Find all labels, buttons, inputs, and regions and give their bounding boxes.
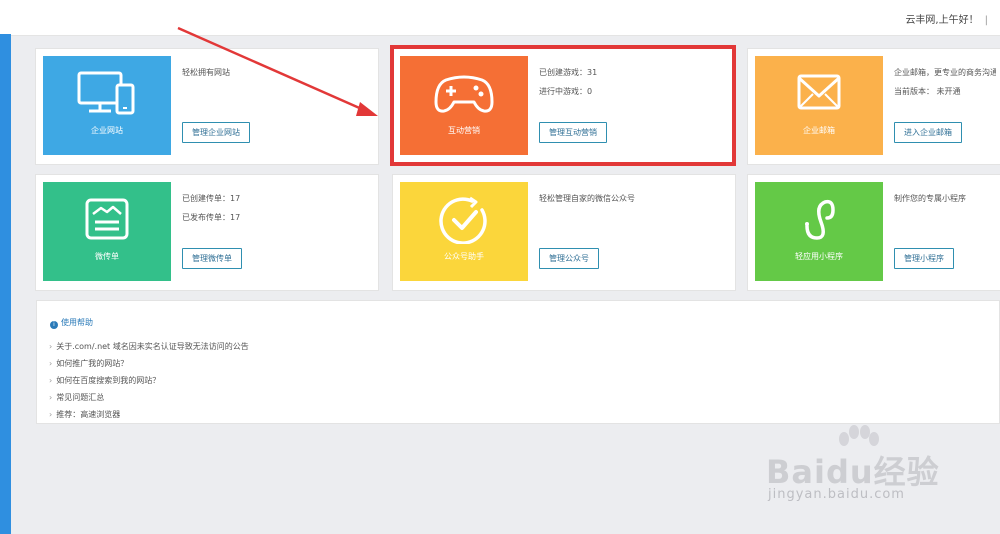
tile-label: 轻应用小程序 [795, 252, 843, 261]
envelope-icon [755, 70, 883, 122]
info-line: 已发布传单：17 [182, 213, 241, 222]
help-list: › 关于.com/.net 域名因未实名认证导致无法访问的公告 › 如何推广我的网站… [49, 341, 249, 426]
info-line: 企业邮箱，更专业的商务沟通 [894, 68, 996, 77]
highlight-box [390, 45, 736, 166]
enter-mail-button[interactable]: 进入企业邮箱 [894, 122, 962, 143]
help-item-label: 如何推广我的网站？ [56, 359, 129, 368]
manage-flyer-button[interactable]: 管理微传单 [182, 248, 242, 269]
card-miniapp: 轻应用小程序 制作您的专属小程序 管理小程序 [747, 174, 1000, 291]
info-line: 当前版本： 未开通 [894, 87, 961, 96]
info-line: 已创建传单：17 [182, 194, 241, 203]
tile-wechat[interactable]: 公众号助手 [400, 182, 528, 281]
card-flyer: 微传单 已创建传单：17 已发布传单：17 管理微传单 [35, 174, 379, 291]
tile-label: 企业网站 [91, 126, 123, 135]
left-strip-top [0, 0, 11, 34]
help-item-label: 关于.com/.net 域名因未实名认证导致无法访问的公告 [56, 342, 249, 351]
info-icon: i [50, 321, 58, 329]
help-item-label: 如何在百度搜索到我的网站？ [56, 376, 161, 385]
help-item-label: 推荐：高速浏览器 [56, 410, 121, 419]
help-title-label: 使用帮助 [61, 318, 93, 327]
flyer-icon [43, 196, 171, 248]
card-info: 企业邮箱，更专业的商务沟通 当前版本： 未开通 [894, 67, 996, 105]
chevron-right-icon: › [49, 393, 53, 402]
help-item-label: 常见问题汇总 [56, 393, 105, 402]
tile-label: 微传单 [95, 252, 119, 261]
tile-label: 企业邮箱 [803, 126, 835, 135]
left-sidebar-strip [0, 0, 11, 534]
baidu-watermark: Baidu经验 jingyan.baidu.com [766, 425, 966, 525]
tile-flyer[interactable]: 微传单 [43, 182, 171, 281]
header-separator: | [984, 15, 988, 26]
manage-miniapp-button[interactable]: 管理小程序 [894, 248, 954, 269]
chevron-right-icon: › [49, 342, 53, 351]
tile-label: 公众号助手 [444, 252, 484, 261]
info-line: 轻松管理自家的微信公众号 [539, 194, 635, 203]
monitor-phone-icon [43, 70, 171, 122]
card-info: 轻松拥有网站 [182, 67, 374, 86]
card-info: 轻松管理自家的微信公众号 [539, 193, 731, 212]
tile-miniapp[interactable]: 轻应用小程序 [755, 182, 883, 281]
info-line: 轻松拥有网站 [182, 68, 230, 77]
tile-mail[interactable]: 企业邮箱 [755, 56, 883, 155]
check-circle-icon [400, 196, 528, 248]
help-item[interactable]: › 如何在百度搜索到我的网站？ [49, 375, 249, 392]
card-website: 企业网站 轻松拥有网站 管理企业网站 [35, 48, 379, 165]
info-line: 制作您的专属小程序 [894, 194, 966, 203]
help-item[interactable]: › 推荐：高速浏览器 [49, 409, 249, 426]
help-panel: i 使用帮助 › 关于.com/.net 域名因未实名认证导致无法访问的公告 › 如何… [36, 300, 1000, 424]
top-bar: 云丰网,上午好！ | [11, 0, 1000, 36]
card-wechat: 公众号助手 轻松管理自家的微信公众号 管理公众号 [392, 174, 736, 291]
manage-wechat-button[interactable]: 管理公众号 [539, 248, 599, 269]
manage-website-button[interactable]: 管理企业网站 [182, 122, 250, 143]
help-item[interactable]: › 常见问题汇总 [49, 392, 249, 409]
chevron-right-icon: › [49, 376, 53, 385]
greeting-label: 云丰网,上午好！ [905, 15, 979, 26]
card-info: 制作您的专属小程序 [894, 193, 996, 212]
tile-website[interactable]: 企业网站 [43, 56, 171, 155]
miniprogram-icon [755, 196, 883, 248]
help-item[interactable]: › 关于.com/.net 域名因未实名认证导致无法访问的公告 [49, 341, 249, 358]
greeting-text: 云丰网,上午好！ | [905, 11, 988, 26]
help-title: i 使用帮助 [50, 317, 93, 329]
chevron-right-icon: › [49, 410, 53, 419]
watermark-url: jingyan.baidu.com [768, 487, 905, 502]
help-item[interactable]: › 如何推广我的网站？ [49, 358, 249, 375]
card-mail: 企业邮箱 企业邮箱，更专业的商务沟通 当前版本： 未开通 进入企业邮箱 [747, 48, 1000, 165]
card-info: 已创建传单：17 已发布传单：17 [182, 193, 374, 231]
chevron-right-icon: › [49, 359, 53, 368]
